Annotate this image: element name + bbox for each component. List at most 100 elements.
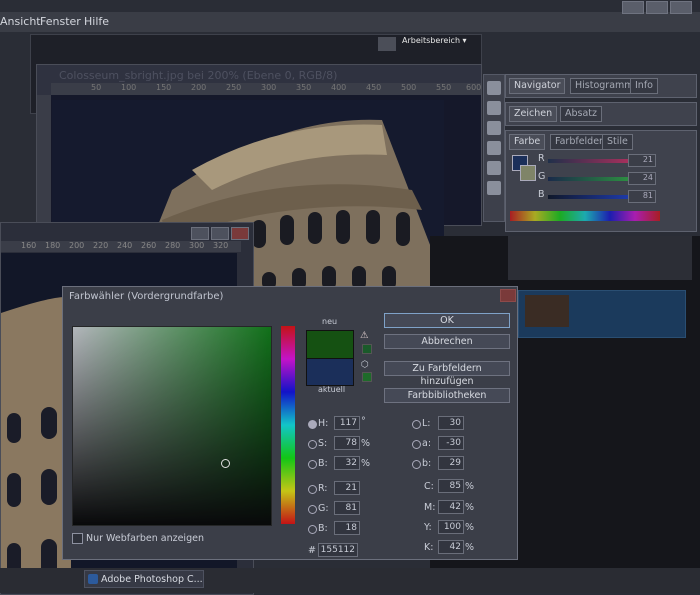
unit-k: % [465,542,475,553]
doc2-maximize-button[interactable] [211,227,229,240]
tab-stile[interactable]: Stile [602,134,633,150]
radio-b-rgb[interactable] [308,525,317,534]
menu-bar: Ansicht Fenster Hilfe [0,12,700,32]
menu-ansicht[interactable]: Ansicht [0,15,41,28]
input-m[interactable]: 42 [438,500,464,514]
ruler-tick: 250 [226,83,242,92]
label-g: G: [318,503,329,514]
input-g[interactable]: 81 [334,501,360,515]
tab-histogramm[interactable]: Histogramm [570,78,639,94]
label-b-lab: b: [422,458,432,469]
input-r[interactable]: 21 [334,481,360,495]
cancel-button[interactable]: Abbrechen [384,334,510,349]
web-cube-icon[interactable]: ⬡ [361,360,369,370]
taskbar-photoshop[interactable]: Adobe Photoshop C... [84,570,204,588]
ok-button[interactable]: OK [384,313,510,328]
gamut-swatch[interactable] [362,344,372,354]
tool-presets-icon[interactable] [487,121,501,135]
vertical-ruler [37,95,51,225]
maximize-button[interactable] [646,1,668,14]
label-k: K: [424,542,434,553]
ruler-tick: 280 [165,241,181,250]
label-r: R: [318,483,328,494]
label-a: a: [422,438,432,449]
tab-farbfelder[interactable]: Farbfelder [550,134,608,150]
input-l[interactable]: 30 [438,416,464,430]
brushes-icon[interactable] [487,141,501,155]
ruler-tick: 150 [156,83,172,92]
value-g[interactable]: 24 [628,172,656,185]
tab-farbe[interactable]: Farbe [509,134,546,150]
hex-label: # [308,545,316,556]
label-l: L: [422,418,431,429]
tab-zeichen[interactable]: Zeichen [509,106,558,122]
hue-slider[interactable] [281,326,295,524]
radio-l[interactable] [412,420,421,429]
ruler-tick: 500 [401,83,417,92]
history-icon[interactable] [487,81,501,95]
background-swatch[interactable] [520,165,536,181]
hex-input[interactable]: 155112 [318,543,358,557]
input-s[interactable]: 78 [334,436,360,450]
clone-source-icon[interactable] [487,161,501,175]
unit-m: % [465,502,475,513]
input-c[interactable]: 85 [438,479,464,493]
gamut-warning-icon[interactable]: ⚠ [360,330,369,341]
close-button[interactable] [670,1,692,14]
input-b-lab[interactable]: 29 [438,456,464,470]
radio-r[interactable] [308,485,317,494]
value-r[interactable]: 21 [628,154,656,167]
dialog-title: Farbwähler (Vordergrundfarbe) [69,291,224,302]
radio-g[interactable] [308,505,317,514]
color-field-marker[interactable] [221,459,230,468]
add-to-swatches-button[interactable]: Zu Farbfeldern hinzufügen [384,361,510,387]
menu-fenster[interactable]: Fenster [40,15,81,28]
input-a[interactable]: -30 [438,436,464,450]
current-color-swatch[interactable] [306,358,354,386]
label-m: M: [424,502,436,513]
web-swatch[interactable] [362,372,372,382]
input-k[interactable]: 42 [438,540,464,554]
unit-y: % [465,522,475,533]
color-libraries-button[interactable]: Farbbibliotheken [384,388,510,403]
new-color-swatch [306,330,354,360]
tools-icon[interactable] [487,181,501,195]
ruler-tick: 200 [191,83,207,92]
ruler-tick: 160 [21,241,37,250]
ruler-tick: 50 [91,83,102,92]
tab-navigator[interactable]: Navigator [509,78,566,94]
navigator-panel: Navigator Histogramm Info [505,74,697,98]
radio-a[interactable] [412,440,421,449]
workspace-button[interactable]: Arbeitsbereich ▾ [402,36,472,50]
input-h[interactable]: 117 [334,416,360,430]
radio-b-lab[interactable] [412,460,421,469]
doc2-close-button[interactable] [231,227,249,240]
panel-icon-strip [483,74,505,222]
ruler-tick: 200 [69,241,85,250]
radio-b-hsb[interactable] [308,460,317,469]
radio-h[interactable] [308,420,317,429]
label-y: Y: [424,522,432,533]
radio-s[interactable] [308,440,317,449]
dialog-close-button[interactable] [500,289,516,302]
value-b[interactable]: 81 [628,190,656,203]
color-label-b: B [538,189,545,200]
input-b-hsb[interactable]: 32 [334,456,360,470]
color-field[interactable] [72,326,272,526]
unit-h: ° [361,416,366,427]
web-only-label: Nur Webfarben anzeigen [86,533,204,544]
minimize-button[interactable] [622,1,644,14]
brush-preset-icon[interactable] [378,37,396,51]
label-b-rgb: B: [318,523,328,534]
actions-icon[interactable] [487,101,501,115]
input-y[interactable]: 100 [438,520,464,534]
doc2-minimize-button[interactable] [191,227,209,240]
input-b-rgb[interactable]: 18 [334,521,360,535]
color-spectrum-bar[interactable] [510,211,660,221]
tab-absatz[interactable]: Absatz [560,106,603,122]
doc2-ruler: 160 180 200 220 240 260 280 300 320 [1,241,241,252]
web-only-checkbox[interactable] [72,533,83,544]
menu-hilfe[interactable]: Hilfe [84,15,109,28]
ruler-tick: 600 [466,83,482,92]
tab-info[interactable]: Info [630,78,658,94]
